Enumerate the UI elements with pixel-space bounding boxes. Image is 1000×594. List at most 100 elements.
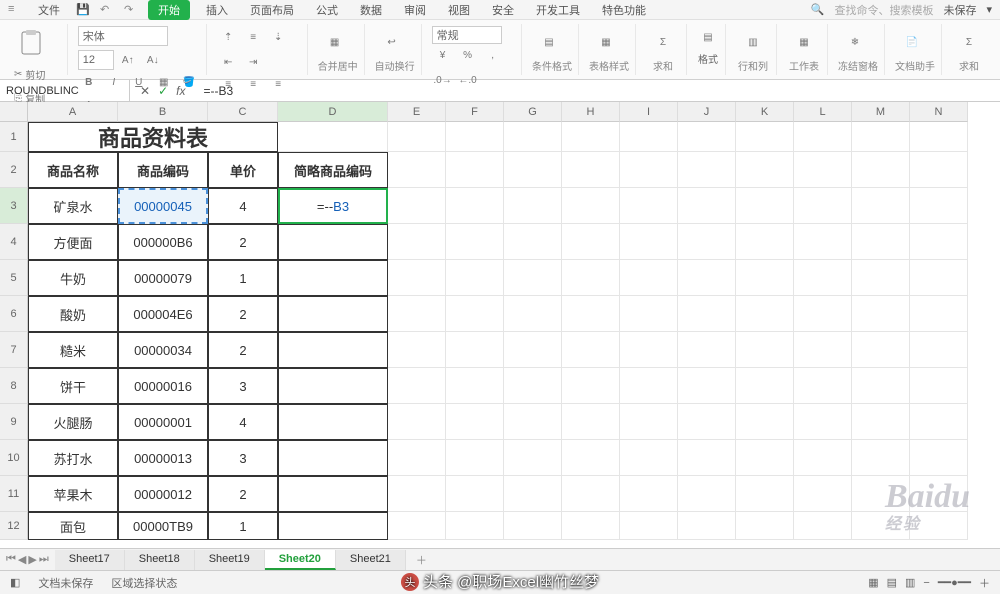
cell[interactable] — [562, 224, 620, 260]
cell[interactable] — [794, 440, 852, 476]
cell[interactable] — [852, 188, 910, 224]
search-placeholder[interactable]: 查找命令、搜索模板 — [834, 2, 933, 18]
cell[interactable] — [736, 368, 794, 404]
cell[interactable] — [388, 440, 446, 476]
table-cell[interactable] — [278, 296, 388, 332]
worksheet-button[interactable]: ▦ — [787, 26, 821, 58]
table-cell[interactable]: 00000079 — [118, 260, 208, 296]
table-cell[interactable]: 000000B6 — [118, 224, 208, 260]
save-icon[interactable]: 💾 — [76, 3, 90, 17]
col-header-G[interactable]: G — [504, 102, 562, 122]
cell[interactable] — [446, 404, 504, 440]
cell[interactable] — [794, 152, 852, 188]
col-header-D[interactable]: D — [278, 102, 388, 122]
cell[interactable] — [562, 332, 620, 368]
align-top-icon[interactable]: ⇡ — [217, 26, 239, 48]
cell[interactable] — [562, 152, 620, 188]
col-header-A[interactable]: A — [28, 102, 118, 122]
cell[interactable] — [504, 476, 562, 512]
table-cell[interactable]: 000004E6 — [118, 296, 208, 332]
table-cell[interactable]: 苹果木 — [28, 476, 118, 512]
cell[interactable] — [504, 440, 562, 476]
table-cell[interactable] — [278, 260, 388, 296]
table-cell[interactable]: 2 — [208, 476, 278, 512]
cell[interactable] — [446, 440, 504, 476]
cell[interactable] — [388, 122, 446, 152]
table-cell[interactable]: 饼干 — [28, 368, 118, 404]
cell[interactable] — [388, 332, 446, 368]
cell[interactable] — [504, 332, 562, 368]
sheet-tab[interactable]: Sheet19 — [195, 550, 265, 570]
row-header[interactable]: 12 — [0, 512, 28, 540]
cell[interactable] — [678, 122, 736, 152]
formula-input[interactable]: =--B3 — [195, 84, 1000, 98]
col-header-H[interactable]: H — [562, 102, 620, 122]
cell[interactable] — [504, 260, 562, 296]
cell[interactable] — [620, 440, 678, 476]
cell[interactable] — [388, 404, 446, 440]
cell[interactable] — [736, 188, 794, 224]
cell[interactable] — [620, 512, 678, 540]
cell[interactable] — [794, 368, 852, 404]
cell[interactable] — [388, 368, 446, 404]
font-shrink-icon[interactable]: A↓ — [142, 49, 164, 71]
cell[interactable] — [562, 260, 620, 296]
cell[interactable] — [736, 332, 794, 368]
merge-button[interactable]: ▦ — [318, 26, 352, 58]
sheet-tab[interactable]: Sheet21 — [336, 550, 406, 570]
cell[interactable] — [504, 224, 562, 260]
cell[interactable] — [446, 188, 504, 224]
cell[interactable] — [794, 332, 852, 368]
font-name-select[interactable]: 宋体 — [78, 26, 168, 46]
cell[interactable] — [794, 260, 852, 296]
cell[interactable] — [620, 404, 678, 440]
cell[interactable] — [446, 296, 504, 332]
table-cell[interactable]: 00000001 — [118, 404, 208, 440]
table-cell[interactable]: 00000034 — [118, 332, 208, 368]
sum-button[interactable]: Σ — [646, 26, 680, 58]
percent-icon[interactable]: % — [457, 44, 479, 66]
cell[interactable] — [736, 512, 794, 540]
sheet-last-icon[interactable]: ⏭ — [39, 553, 49, 566]
cell[interactable] — [794, 296, 852, 332]
table-header[interactable]: 单价 — [208, 152, 278, 188]
table-cell[interactable] — [278, 476, 388, 512]
view-normal-icon[interactable]: ▦ — [868, 576, 878, 589]
cell[interactable] — [620, 224, 678, 260]
sheet-first-icon[interactable]: ⏮ — [6, 553, 16, 566]
cell[interactable] — [678, 332, 736, 368]
sheet-prev-icon[interactable]: ◀ — [18, 553, 26, 566]
cell[interactable] — [388, 512, 446, 540]
cell[interactable] — [910, 188, 968, 224]
row-header[interactable]: 3 — [0, 188, 28, 224]
cell[interactable] — [388, 224, 446, 260]
cell[interactable] — [620, 260, 678, 296]
tab-start[interactable]: 开始 — [148, 0, 190, 20]
cell[interactable] — [736, 122, 794, 152]
menu-icon[interactable]: ≡ — [8, 3, 22, 17]
row-header[interactable]: 11 — [0, 476, 28, 512]
chevron-down-icon[interactable]: ▾ — [986, 3, 992, 16]
table-cell[interactable]: 4 — [208, 404, 278, 440]
redo-icon[interactable]: ↷ — [124, 3, 138, 17]
col-header-E[interactable]: E — [388, 102, 446, 122]
table-cell[interactable] — [278, 368, 388, 404]
cell[interactable] — [678, 296, 736, 332]
table-cell[interactable]: 糙米 — [28, 332, 118, 368]
cell[interactable] — [620, 188, 678, 224]
comma-icon[interactable]: , — [482, 44, 504, 66]
table-cell[interactable]: 方便面 — [28, 224, 118, 260]
table-cell[interactable]: 1 — [208, 512, 278, 540]
cell[interactable] — [504, 404, 562, 440]
zoom-slider[interactable]: ━━●━━ — [938, 576, 971, 589]
table-cell[interactable] — [278, 512, 388, 540]
cell[interactable] — [678, 440, 736, 476]
table-cell[interactable]: 面包 — [28, 512, 118, 540]
cell[interactable] — [852, 296, 910, 332]
cell[interactable] — [678, 404, 736, 440]
cell[interactable] — [504, 512, 562, 540]
cell[interactable] — [736, 296, 794, 332]
cell[interactable] — [678, 512, 736, 540]
cell[interactable] — [794, 224, 852, 260]
table-cell[interactable]: 2 — [208, 296, 278, 332]
